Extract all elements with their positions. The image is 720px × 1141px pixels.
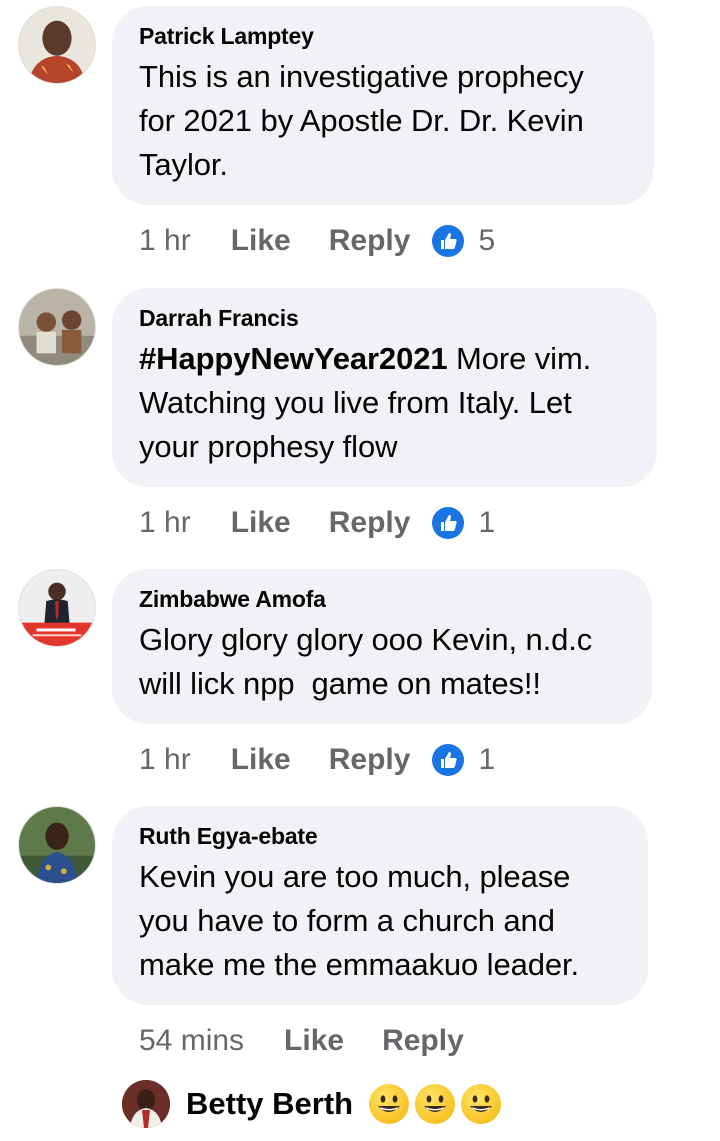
comment-text: #HappyNewYear2021 More vim. Watching you… — [139, 337, 629, 469]
avatar[interactable] — [18, 6, 96, 84]
comment-actions: 54 mins Like Reply — [139, 1021, 486, 1061]
reply-button[interactable]: Reply — [382, 1024, 464, 1058]
comment-actions: 1 hr Like Reply 1 — [139, 503, 495, 543]
comment-text: This is an investigative prophecy for 20… — [139, 59, 584, 182]
profile-photo — [19, 807, 95, 883]
hashtag-link[interactable]: #HappyNewYear2021 — [139, 341, 448, 376]
comment-thread: Patrick Lamptey This is an investigative… — [0, 0, 720, 1141]
profile-photo — [19, 7, 95, 83]
reaction-count: 5 — [478, 224, 496, 257]
like-thumb-icon — [432, 507, 465, 539]
grinning-face-icon — [415, 1084, 456, 1124]
like-button[interactable]: Like — [231, 224, 291, 258]
reply-preview[interactable]: Betty Berth — [122, 1078, 507, 1130]
comment-text: Glory glory glory ooo Kevin, n.d.c will … — [139, 622, 593, 701]
avatar[interactable] — [18, 569, 96, 647]
reply-button[interactable]: Reply — [329, 743, 411, 777]
avatar[interactable] — [18, 806, 96, 884]
comment-author[interactable]: Zimbabwe Amofa — [139, 585, 624, 613]
like-button[interactable]: Like — [231, 506, 291, 540]
reaction-summary[interactable]: 1 — [432, 506, 495, 540]
grinning-face-icon — [369, 1084, 410, 1124]
comment-actions: 1 hr Like Reply 5 — [139, 221, 495, 261]
reply-button[interactable]: Reply — [329, 224, 411, 258]
reaction-summary[interactable]: 5 — [432, 224, 495, 258]
like-thumb-icon — [432, 744, 465, 776]
like-button[interactable]: Like — [284, 1024, 344, 1058]
comment-bubble: Patrick Lamptey This is an investigative… — [112, 6, 654, 205]
comment-time[interactable]: 1 hr — [139, 506, 191, 540]
comment-author[interactable]: Ruth Egya-ebate — [139, 822, 620, 850]
comment-author[interactable]: Patrick Lamptey — [139, 22, 626, 50]
grinning-face-icon — [461, 1084, 502, 1124]
comment-time[interactable]: 54 mins — [139, 1024, 244, 1058]
comment-time[interactable]: 1 hr — [139, 224, 191, 258]
comment-author[interactable]: Darrah Francis — [139, 304, 629, 332]
avatar[interactable] — [18, 288, 96, 366]
profile-photo — [19, 570, 95, 646]
comment-actions: 1 hr Like Reply 1 — [139, 740, 495, 780]
reply-author[interactable]: Betty Berth — [186, 1086, 353, 1122]
comment-text: Kevin you are too much, please you have … — [139, 859, 580, 982]
like-thumb-icon — [432, 225, 465, 257]
like-button[interactable]: Like — [231, 743, 291, 777]
reaction-count: 1 — [478, 506, 496, 539]
reaction-summary[interactable]: 1 — [432, 743, 495, 777]
comment-bubble: Darrah Francis #HappyNewYear2021 More vi… — [112, 288, 657, 487]
avatar[interactable] — [122, 1080, 170, 1128]
reply-button[interactable]: Reply — [329, 506, 411, 540]
comment-time[interactable]: 1 hr — [139, 743, 191, 777]
profile-photo — [19, 289, 95, 365]
comment-bubble: Zimbabwe Amofa Glory glory glory ooo Kev… — [112, 569, 652, 724]
profile-photo — [122, 1080, 170, 1128]
reaction-count: 1 — [478, 743, 496, 776]
comment-bubble: Ruth Egya-ebate Kevin you are too much, … — [112, 806, 648, 1005]
